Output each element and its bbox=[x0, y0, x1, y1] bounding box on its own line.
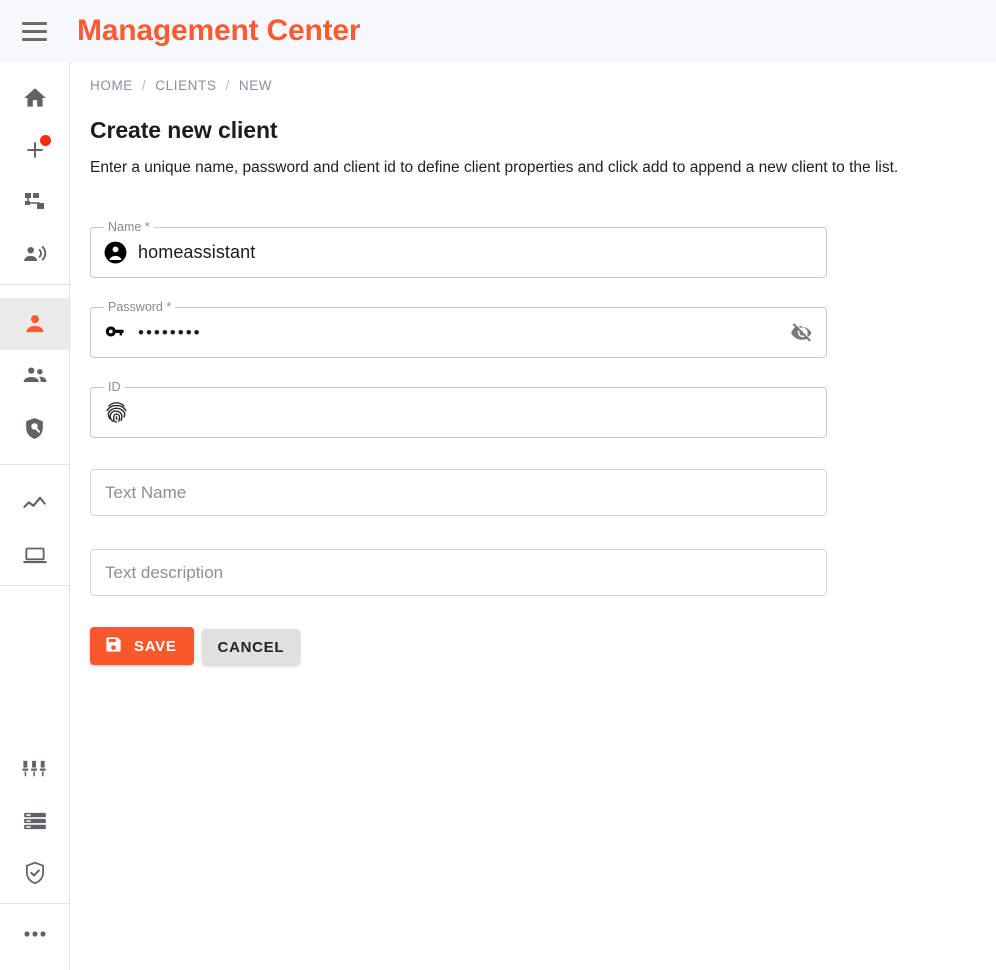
name-field[interactable]: Name * homeassistant bbox=[90, 227, 827, 278]
hamburger-bar bbox=[22, 30, 47, 33]
sidebar-item-connections[interactable] bbox=[0, 743, 69, 795]
visibility-off-icon[interactable] bbox=[789, 320, 815, 346]
page-description: Enter a unique name, password and client… bbox=[90, 159, 898, 177]
text-name-placeholder: Text Name bbox=[105, 483, 186, 503]
text-name-input[interactable]: Text Name bbox=[90, 469, 827, 516]
shield-check-icon bbox=[22, 860, 48, 886]
sidebar-item-logs[interactable] bbox=[0, 795, 69, 847]
topology-icon bbox=[23, 190, 47, 214]
line-chart-icon bbox=[21, 490, 48, 517]
save-disk-icon bbox=[104, 635, 123, 658]
sidebar-nav bbox=[0, 62, 70, 970]
save-button-label: SAVE bbox=[134, 638, 177, 655]
fingerprint-icon bbox=[103, 399, 130, 426]
sidebar-item-security[interactable] bbox=[0, 847, 69, 899]
sidebar-item-terminal[interactable] bbox=[0, 529, 69, 581]
name-field-value: homeassistant bbox=[138, 242, 255, 263]
sidebar-divider bbox=[0, 464, 69, 465]
more-horizontal-icon bbox=[21, 928, 49, 940]
breadcrumb: HOME / CLIENTS / NEW bbox=[90, 78, 272, 93]
breadcrumb-separator: / bbox=[225, 78, 229, 93]
person-broadcast-icon bbox=[22, 241, 48, 267]
person-icon bbox=[22, 311, 48, 337]
laptop-icon bbox=[22, 542, 48, 568]
plugs-icon bbox=[21, 756, 48, 783]
sidebar-item-more[interactable] bbox=[0, 908, 69, 960]
breadcrumb-separator: / bbox=[142, 78, 146, 93]
id-field[interactable]: ID bbox=[90, 387, 827, 438]
shield-search-icon bbox=[22, 416, 47, 441]
sidebar-divider bbox=[0, 585, 69, 586]
key-icon bbox=[103, 320, 128, 345]
text-description-placeholder: Text description bbox=[105, 563, 223, 583]
home-icon bbox=[22, 85, 48, 111]
save-button[interactable]: SAVE bbox=[90, 627, 194, 665]
sidebar-item-add[interactable] bbox=[0, 124, 69, 176]
sidebar-item-groups[interactable] bbox=[0, 350, 69, 402]
top-app-bar: Management Center bbox=[0, 0, 996, 62]
cancel-button[interactable]: CANCEL bbox=[202, 629, 301, 665]
hamburger-menu-icon[interactable] bbox=[16, 13, 52, 49]
breadcrumb-item-new[interactable]: NEW bbox=[239, 78, 272, 93]
sidebar-divider bbox=[0, 284, 69, 285]
form-actions: SAVE CANCEL bbox=[90, 627, 300, 665]
list-icon bbox=[22, 808, 48, 834]
breadcrumb-item-home[interactable]: HOME bbox=[90, 78, 133, 93]
sidebar-item-clients[interactable] bbox=[0, 298, 69, 350]
page-title: Create new client bbox=[90, 117, 277, 144]
hamburger-bar bbox=[22, 22, 47, 25]
sidebar-item-broadcast[interactable] bbox=[0, 228, 69, 280]
password-field[interactable]: Password * •••••••• bbox=[90, 307, 827, 358]
sidebar-item-home[interactable] bbox=[0, 72, 69, 124]
sidebar-item-topology[interactable] bbox=[0, 176, 69, 228]
password-field-value: •••••••• bbox=[138, 324, 202, 341]
breadcrumb-item-clients[interactable]: CLIENTS bbox=[155, 78, 216, 93]
text-description-input[interactable]: Text description bbox=[90, 549, 827, 596]
sidebar-item-analytics[interactable] bbox=[0, 477, 69, 529]
main-content: HOME / CLIENTS / NEW Create new client E… bbox=[71, 62, 996, 970]
sidebar-item-inspect[interactable] bbox=[0, 402, 69, 454]
hamburger-bar bbox=[22, 38, 47, 41]
sidebar-divider bbox=[0, 903, 69, 904]
people-icon bbox=[22, 363, 48, 389]
app-title: Management Center bbox=[77, 16, 360, 46]
notification-badge bbox=[40, 135, 51, 146]
account-circle-icon bbox=[103, 240, 128, 265]
